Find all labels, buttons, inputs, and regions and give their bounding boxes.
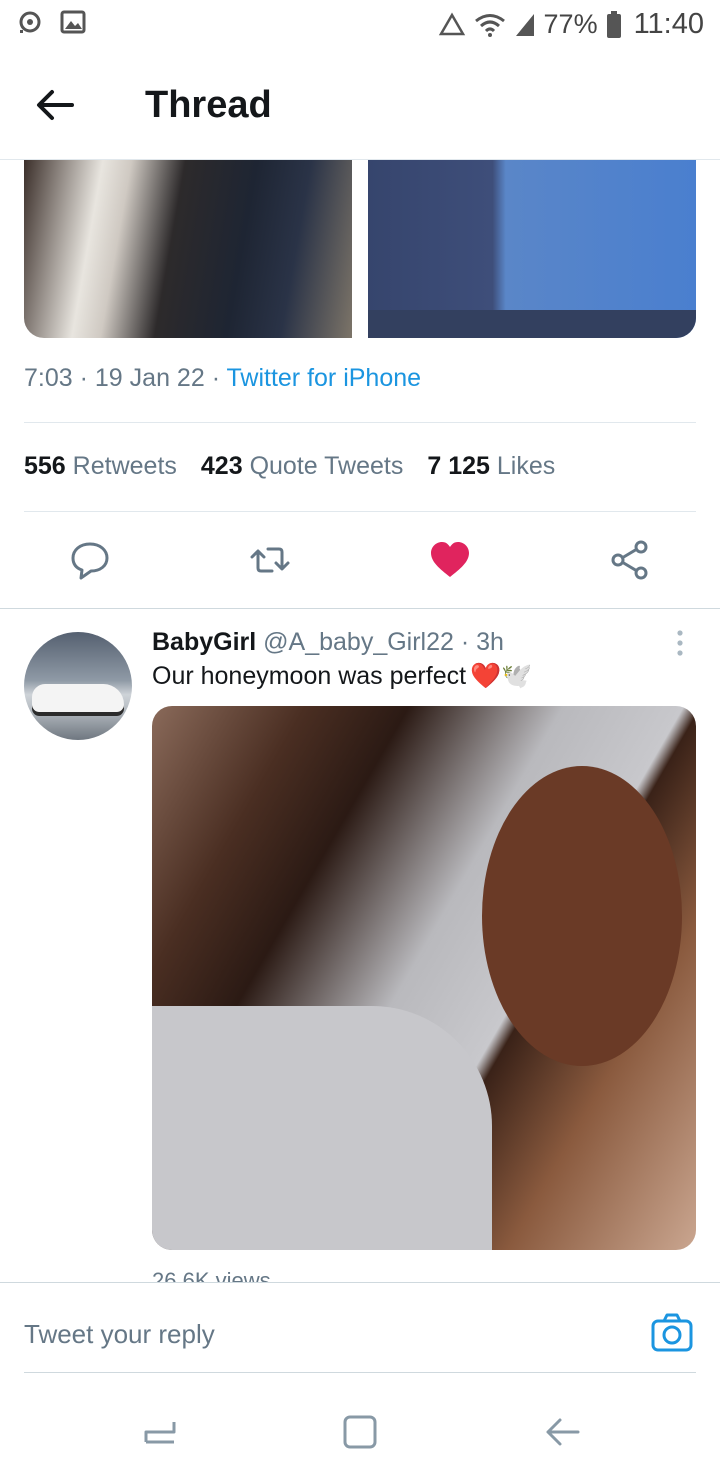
wifi-icon (474, 13, 505, 37)
user-handle[interactable]: @A_baby_Girl22 (263, 628, 454, 656)
tweet-body: Our honeymoon was perfect (152, 662, 467, 690)
tweet-date: 19 Jan 22 (94, 364, 205, 392)
tweet-stats: 556 Retweets 423 Quote Tweets 7 125 Like… (24, 452, 555, 481)
share-icon[interactable] (608, 538, 652, 582)
divider (24, 511, 696, 512)
retweets-label: Retweets (72, 452, 177, 480)
quotes-count: 423 (200, 452, 243, 480)
likes-stat[interactable]: 7 125 Likes (427, 452, 555, 481)
back-arrow-icon[interactable] (32, 82, 78, 128)
reply-tweet-photo[interactable] (152, 706, 696, 1250)
notification-icon (19, 11, 41, 33)
recent-apps-icon[interactable] (140, 1412, 180, 1452)
system-nav-bar (0, 1390, 720, 1480)
tweet-photo[interactable] (24, 160, 352, 338)
tweet-emoji: ❤️🕊️ (470, 662, 533, 690)
tweet-age: 3h (476, 628, 504, 656)
photo-detail (482, 766, 682, 1066)
home-icon[interactable] (340, 1412, 380, 1452)
battery-percent: 77% (543, 9, 598, 39)
avatar-car-image (32, 684, 124, 712)
meta-separator: · (211, 364, 227, 392)
quote-tweets-stat[interactable]: 423 Quote Tweets (201, 452, 403, 481)
more-options-icon[interactable] (668, 628, 692, 658)
divider (24, 422, 696, 423)
tweet-photo[interactable] (368, 160, 696, 338)
views-count: 26.6K views (152, 1268, 271, 1282)
meta-separator: · (79, 364, 95, 392)
reply-tweet-header: BabyGirl @A_baby_Girl22 · 3h (152, 628, 504, 657)
reply-tweet-text: Our honeymoon was perfect ❤️🕊️ (152, 662, 532, 691)
data-saver-icon (438, 12, 465, 35)
retweet-icon[interactable] (248, 538, 292, 582)
heart-icon[interactable] (428, 538, 472, 582)
likes-label: Likes (496, 452, 556, 480)
thread-header: Thread (0, 50, 720, 160)
retweets-count: 556 (24, 452, 66, 480)
status-right: 77% 11:40 (438, 8, 704, 41)
nav-back-icon[interactable] (542, 1412, 582, 1452)
status-bar: 77% 11:40 (0, 0, 720, 50)
tweet-meta: 7:03 · 19 Jan 22 · Twitter for iPhone (24, 364, 421, 393)
quotes-label: Quote Tweets (249, 452, 404, 480)
signal-icon (515, 13, 534, 36)
status-left-icons (18, 10, 86, 34)
section-divider (0, 608, 720, 609)
display-name[interactable]: BabyGirl (152, 628, 256, 656)
reply-input[interactable]: Tweet your reply (24, 1319, 215, 1350)
battery-icon (606, 10, 621, 38)
retweets-stat[interactable]: 556 Retweets (24, 452, 177, 481)
comment-icon[interactable] (68, 538, 112, 582)
camera-icon[interactable] (650, 1311, 694, 1355)
clock: 11:40 (633, 8, 704, 40)
tweet-source-link[interactable]: Twitter for iPhone (227, 364, 422, 392)
reply-underline (24, 1372, 696, 1373)
photo-detail (152, 1006, 492, 1250)
meta-separator: · (460, 628, 470, 656)
tweet-media-grid[interactable] (24, 160, 696, 338)
gallery-icon (60, 10, 86, 34)
tweet-actions (0, 530, 720, 590)
page-title: Thread (145, 84, 272, 126)
likes-count: 7 125 (427, 452, 490, 480)
reply-composer[interactable]: Tweet your reply (0, 1282, 720, 1374)
avatar[interactable] (24, 632, 132, 740)
tweet-time: 7:03 (24, 364, 73, 392)
